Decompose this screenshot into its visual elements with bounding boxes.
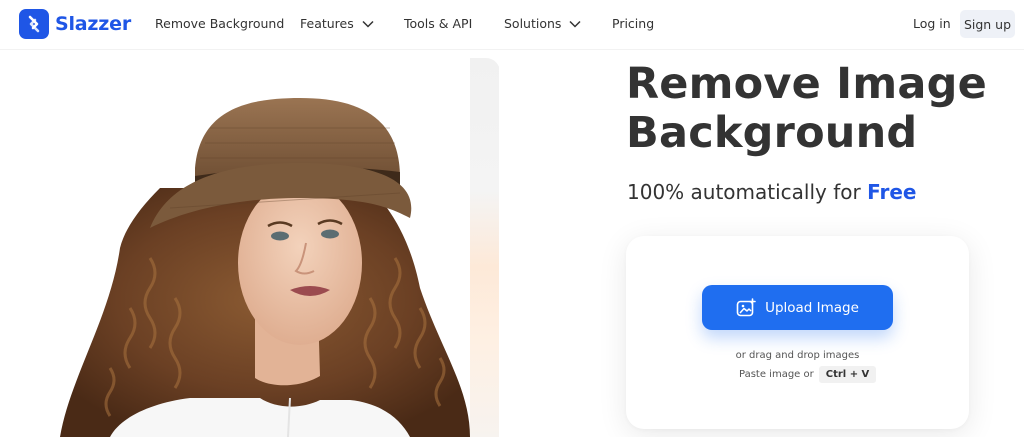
slazzer-logo[interactable]: Slazzer [19,9,131,39]
subtitle-text: 100% automatically for [627,180,861,204]
hero-subtitle: 100% automatically for Free [627,180,916,204]
nav-label: Remove Background [155,16,285,31]
title-line-2: Background [626,108,918,158]
page-title: Remove Image Background [626,60,1006,158]
nav-features[interactable]: Features [300,16,374,31]
login-link[interactable]: Log in [913,16,951,31]
chevron-down-icon [569,16,581,31]
subtitle-free-highlight: Free [867,180,917,204]
upload-card[interactable]: Upload Image or drag and drop images Pas… [626,236,969,429]
chevron-down-icon [362,16,374,31]
image-upload-icon [736,297,756,318]
top-navigation-bar: Slazzer Remove Background Features Tools… [0,0,1024,50]
nav-label: Pricing [612,16,655,31]
keyboard-shortcut-badge: Ctrl + V [818,366,877,383]
nav-label: Tools & API [404,16,473,31]
signup-button[interactable]: Sign up [960,10,1015,38]
paste-text: Paste image or [739,369,814,380]
woman-with-hat-illustration [60,98,470,437]
paste-hint: Paste image or Ctrl + V [739,366,877,383]
logo-text: Slazzer [55,13,131,35]
drag-drop-hint: or drag and drop images [735,350,860,361]
upload-image-button[interactable]: Upload Image [702,285,893,330]
title-line-1: Remove Image [626,59,987,109]
photo-background-strip [470,58,499,437]
hero-photo [0,58,499,437]
nav-label: Solutions [504,16,562,31]
nav-pricing[interactable]: Pricing [612,16,654,31]
nav-tools-api[interactable]: Tools & API [404,16,472,31]
slazzer-logo-icon [19,9,49,39]
nav-remove-background[interactable]: Remove Background [155,16,284,31]
nav-solutions[interactable]: Solutions [504,16,581,31]
nav-label: Features [300,16,354,31]
upload-button-label: Upload Image [765,299,859,316]
